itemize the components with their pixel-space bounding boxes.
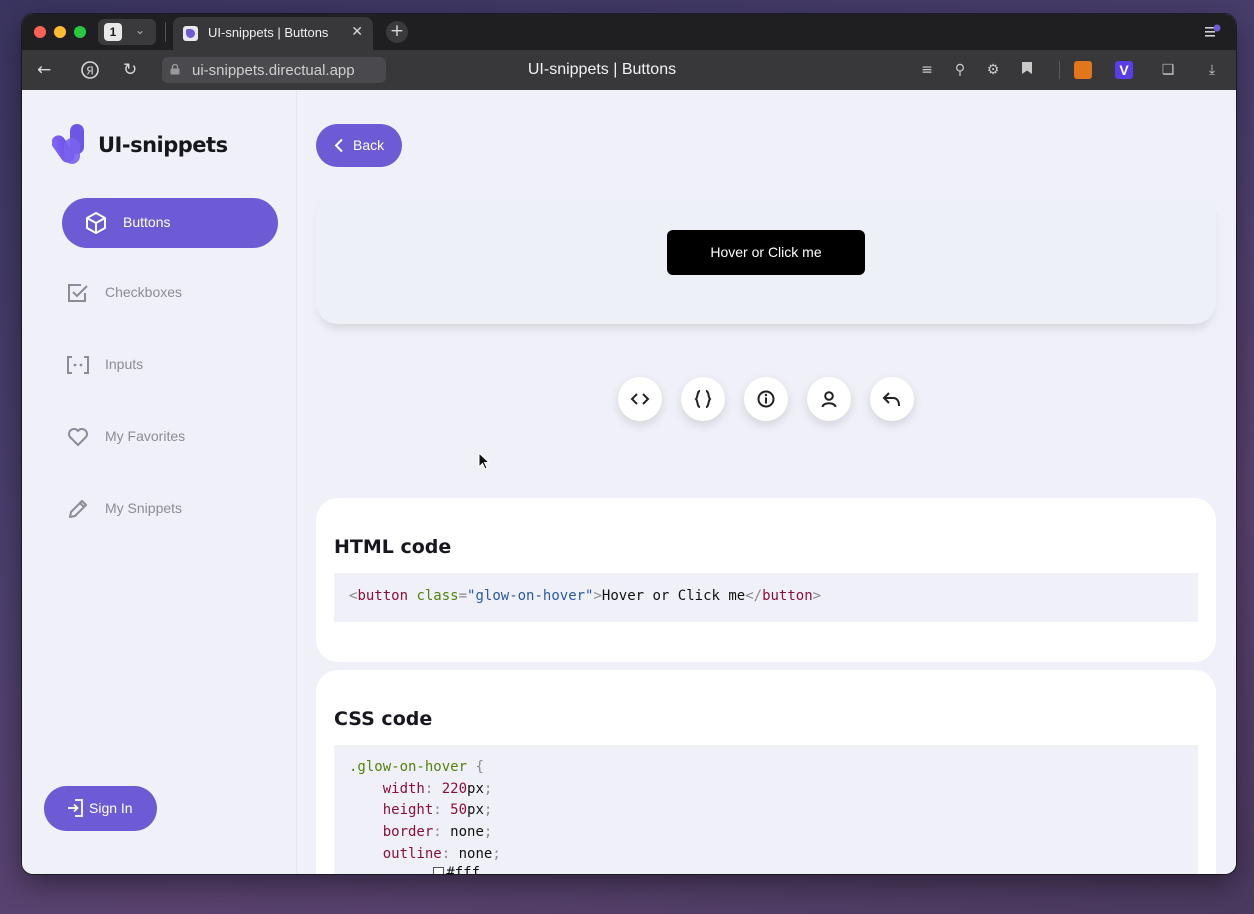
logo[interactable]: UI-snippets: [52, 120, 252, 168]
code-icon: [630, 393, 650, 405]
html-code-card: HTML code <button class="glow-on-hover">…: [316, 498, 1216, 662]
chevron-down-icon: ⌄: [135, 23, 146, 37]
sidebar-item-checkboxes[interactable]: Checkboxes: [66, 278, 266, 308]
cube-icon: [86, 212, 106, 234]
sidebar-item-label: Checkboxes: [105, 284, 183, 300]
css-code-card: CSS code .glow-on-hover { width: 220px; …: [316, 670, 1216, 874]
sign-in-icon: [68, 799, 83, 817]
checkbox-icon: [68, 284, 88, 302]
input-brackets-icon: [67, 356, 89, 374]
v-extension-icon[interactable]: V: [1115, 61, 1133, 79]
preview-panel: Hover or Click me: [316, 200, 1216, 324]
braces-icon: [694, 390, 712, 408]
preview-glow-button[interactable]: Hover or Click me: [667, 230, 865, 275]
toolbar-separator: [1059, 61, 1060, 79]
undo-button[interactable]: [870, 377, 914, 421]
browser-tab-active[interactable]: UI-snippets | Buttons ✕: [173, 17, 373, 50]
metamask-extension-icon[interactable]: [1074, 61, 1092, 79]
heart-icon: [68, 428, 88, 446]
sidebar: UI-snippets Buttons Checkboxes Inputs My…: [22, 90, 297, 874]
html-code-block[interactable]: <button class="glow-on-hover">Hover or C…: [334, 573, 1198, 622]
sign-in-label: Sign In: [89, 800, 133, 816]
sidebar-item-buttons[interactable]: Buttons: [62, 198, 278, 248]
tab-count: 1: [104, 23, 122, 41]
tab-title: UI-snippets | Buttons: [208, 25, 329, 40]
zoom-window-button[interactable]: [74, 26, 86, 38]
info-button[interactable]: [744, 377, 788, 421]
css-code-line: width: 220px;: [382, 780, 493, 797]
color-swatch: [433, 867, 445, 874]
search-icon[interactable]: ⚲: [951, 61, 969, 79]
css-code-line-partial: #fff: [349, 863, 1183, 874]
logo-text: UI-snippets: [98, 133, 228, 157]
sign-in-button[interactable]: Sign In: [44, 786, 157, 831]
collections-icon[interactable]: ❏: [1159, 61, 1177, 79]
info-icon: [757, 390, 775, 408]
html-code-line: <button class="glow-on-hover">Hover or C…: [349, 588, 822, 604]
mouse-cursor-icon: [478, 452, 490, 470]
sidebar-item-my-snippets[interactable]: My Snippets: [66, 494, 266, 524]
tab-bar: 1 ⌄ UI-snippets | Buttons ✕ +: [22, 14, 1236, 50]
browser-window: 1 ⌄ UI-snippets | Buttons ✕ + ← Я ↻ ui-s…: [22, 14, 1236, 874]
close-window-button[interactable]: [34, 26, 46, 38]
logo-heart-icon: [52, 124, 84, 164]
undo-icon: [882, 392, 900, 407]
back-button[interactable]: Back: [316, 124, 402, 167]
sidebar-item-my-favorites[interactable]: My Favorites: [66, 422, 266, 452]
back-label: Back: [353, 137, 385, 153]
close-tab-icon[interactable]: ✕: [351, 24, 363, 40]
chevron-left-icon: [334, 138, 343, 153]
reader-mode-icon[interactable]: ≡: [918, 61, 936, 79]
pencil-icon: [69, 500, 87, 518]
sidebar-item-label: My Favorites: [105, 428, 186, 444]
sidebar-item-inputs[interactable]: Inputs: [66, 350, 266, 380]
view-json-button[interactable]: [681, 377, 725, 421]
tab-divider: [165, 22, 166, 42]
download-icon[interactable]: ⤓: [1203, 61, 1221, 79]
sidebar-item-label: Inputs: [105, 356, 144, 372]
author-button[interactable]: [807, 377, 851, 421]
css-code-line: .glow-on-hover {: [349, 759, 484, 775]
css-code-title: CSS code: [334, 708, 433, 730]
tab-menu-icon[interactable]: [1204, 23, 1222, 41]
new-tab-button[interactable]: +: [386, 21, 408, 43]
view-code-button[interactable]: [618, 377, 662, 421]
css-code-block[interactable]: .glow-on-hover { width: 220px; height: 5…: [334, 745, 1198, 874]
css-code-line: border: none;: [382, 824, 493, 841]
extensions-badge-icon[interactable]: ⚙: [984, 61, 1002, 79]
tab-overview-button[interactable]: 1 ⌄: [98, 19, 156, 45]
user-icon: [821, 391, 837, 408]
site-favicon-icon: [183, 26, 198, 41]
html-code-title: HTML code: [334, 536, 452, 558]
address-bar: ← Я ↻ ui-snippets.directual.app UI-snipp…: [22, 50, 1236, 90]
bookmark-icon[interactable]: [1018, 61, 1036, 79]
minimize-window-button[interactable]: [54, 26, 66, 38]
css-code-line: outline: none;: [382, 845, 501, 862]
css-code-line: height: 50px;: [382, 802, 493, 819]
page-content: UI-snippets Buttons Checkboxes Inputs My…: [22, 90, 1236, 874]
sidebar-item-label: Buttons: [123, 214, 171, 230]
address-page-title: UI-snippets | Buttons: [527, 61, 677, 78]
sidebar-item-label: My Snippets: [105, 500, 183, 516]
